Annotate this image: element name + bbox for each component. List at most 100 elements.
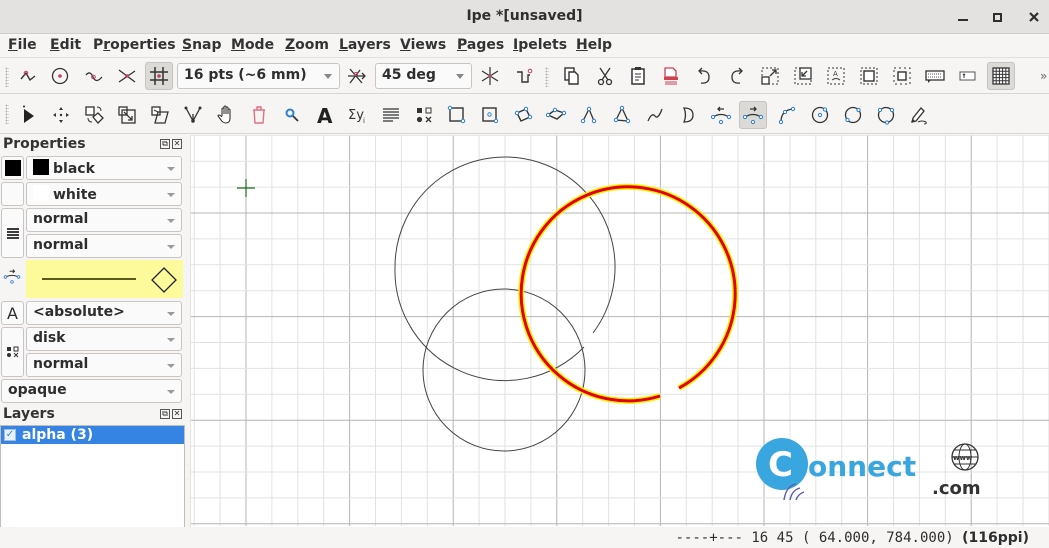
fit-page-button[interactable]	[756, 62, 784, 90]
menu-views[interactable]: Views	[400, 37, 446, 53]
mode-paragraph-button[interactable]	[377, 101, 405, 129]
menu-edit[interactable]: Edit	[50, 37, 81, 53]
snap-grid-button[interactable]	[145, 62, 173, 90]
text-size-select[interactable]: <absolute>	[26, 301, 182, 325]
toolbar-overflow-button[interactable]: »	[1040, 69, 1047, 83]
mode-arc-ccw-button[interactable]	[707, 101, 735, 129]
fill-color-select[interactable]: white	[26, 182, 182, 206]
redo-button[interactable]	[723, 62, 751, 90]
delete-button[interactable]	[657, 62, 685, 90]
mode-pan-button[interactable]	[212, 101, 240, 129]
menu-snap-label: nap	[192, 37, 222, 53]
stroke-color-button[interactable]	[1, 156, 24, 180]
snap-intersection-button[interactable]	[113, 62, 141, 90]
mode-arc-cw-button[interactable]	[739, 101, 767, 129]
menu-mode[interactable]: Mode	[231, 37, 274, 53]
grid-size-select[interactable]: 16 pts (~6 mm)	[177, 63, 340, 89]
snap-boundary-button[interactable]	[80, 62, 108, 90]
mark-shape-select[interactable]: disk	[26, 327, 182, 351]
mode-spline-button[interactable]	[641, 101, 669, 129]
layer-visible-checkbox[interactable]: ✓	[4, 429, 16, 441]
grid	[191, 135, 1049, 526]
snap-custom-button[interactable]	[509, 62, 537, 90]
close-button[interactable]	[1023, 6, 1045, 28]
mode-math-button[interactable]: Σy i	[344, 101, 372, 129]
line-icon	[580, 106, 597, 124]
canvas-svg[interactable]: C onnect www .com	[191, 135, 1049, 527]
menu-file[interactable]: File	[8, 37, 37, 53]
toolbar-grip[interactable]	[5, 67, 9, 87]
mode-stretch-button[interactable]	[113, 101, 141, 129]
cut-button[interactable]	[591, 62, 619, 90]
mode-marks-button[interactable]	[410, 101, 438, 129]
menu-properties[interactable]: Properties	[93, 37, 176, 53]
menu-snap[interactable]: Snap	[182, 37, 222, 53]
zoom-in-icon	[860, 67, 878, 85]
circle-small[interactable]	[422, 288, 586, 452]
fit-objects-button[interactable]	[789, 62, 817, 90]
mode-circle-3points-button[interactable]	[872, 101, 900, 129]
mode-shred-button[interactable]	[245, 101, 273, 129]
fill-color-button[interactable]	[1, 182, 24, 206]
toolbar-grip[interactable]	[545, 67, 549, 87]
text-insert-button[interactable]	[954, 62, 982, 90]
fit-selection-button[interactable]: A	[822, 62, 850, 90]
mode-parallelogram-button[interactable]	[509, 101, 537, 129]
mode-arc-3points-button[interactable]	[773, 101, 801, 129]
minimize-button[interactable]	[952, 6, 974, 28]
menu-pages[interactable]: Pages	[457, 37, 504, 53]
text-style-button[interactable]: A	[1, 301, 24, 325]
mode-splinegon-button[interactable]	[674, 101, 702, 129]
toolbar-grip[interactable]	[5, 104, 9, 124]
grid-visible-button[interactable]	[987, 62, 1015, 90]
copy-button[interactable]	[558, 62, 586, 90]
close-icon[interactable]: ✕	[172, 139, 182, 149]
layer-item[interactable]: ✓ alpha (3)	[1, 426, 184, 444]
snap-angle-button[interactable]	[343, 62, 371, 90]
mark-style-button[interactable]	[1, 327, 24, 377]
mark-size-select[interactable]: normal	[26, 353, 182, 377]
angle-select[interactable]: 45 deg	[375, 63, 472, 89]
zoom-out-button[interactable]	[888, 62, 916, 90]
mode-shear-button[interactable]	[146, 101, 174, 129]
mode-rotate-button[interactable]	[80, 101, 108, 129]
menu-ipelets[interactable]: Ipelets	[513, 37, 567, 53]
zoom-in-button[interactable]	[855, 62, 883, 90]
undo-button[interactable]	[690, 62, 718, 90]
paste-button[interactable]	[624, 62, 652, 90]
paragraph-icon	[383, 108, 399, 122]
mode-circle-center-button[interactable]	[806, 101, 834, 129]
mode-parallelogram2-button[interactable]	[542, 101, 570, 129]
mode-label-button[interactable]: A	[311, 101, 339, 129]
mode-graph-button[interactable]	[179, 101, 207, 129]
mode-translate-button[interactable]	[47, 101, 75, 129]
snap-angle-icon	[348, 68, 366, 84]
mode-magnify-button[interactable]	[278, 101, 306, 129]
float-icon[interactable]: ⧉	[160, 409, 170, 419]
menu-zoom[interactable]: Zoom	[285, 37, 329, 53]
pen-width-select[interactable]: normal	[26, 208, 182, 232]
dash-style-select[interactable]: normal	[26, 234, 182, 258]
close-icon[interactable]: ✕	[172, 409, 182, 419]
snap-center-button[interactable]	[46, 62, 74, 90]
line-style-button[interactable]	[1, 208, 24, 258]
mode-rectangle-button[interactable]	[443, 101, 471, 129]
drawing-canvas[interactable]: C onnect www .com	[190, 135, 1049, 527]
snap-autoangle-button[interactable]	[476, 62, 504, 90]
mode-box-button[interactable]	[476, 101, 504, 129]
stroke-color-select[interactable]: black	[26, 156, 182, 180]
keyboard-button[interactable]	[921, 62, 949, 90]
menu-help[interactable]: Help	[576, 37, 612, 53]
snap-vertex-button[interactable]	[14, 62, 42, 90]
arrow-preview[interactable]	[26, 260, 183, 298]
mode-ink-button[interactable]	[905, 101, 933, 129]
shear-icon	[151, 106, 169, 124]
mode-circle-diameter-button[interactable]	[839, 101, 867, 129]
mode-polygon-button[interactable]	[608, 101, 636, 129]
mode-select-button[interactable]	[14, 101, 42, 129]
opacity-select[interactable]: opaque	[1, 379, 182, 403]
maximize-button[interactable]	[986, 6, 1008, 28]
mode-line-button[interactable]	[575, 101, 603, 129]
menu-layers[interactable]: Layers	[339, 37, 391, 53]
float-icon[interactable]: ⧉	[160, 139, 170, 149]
